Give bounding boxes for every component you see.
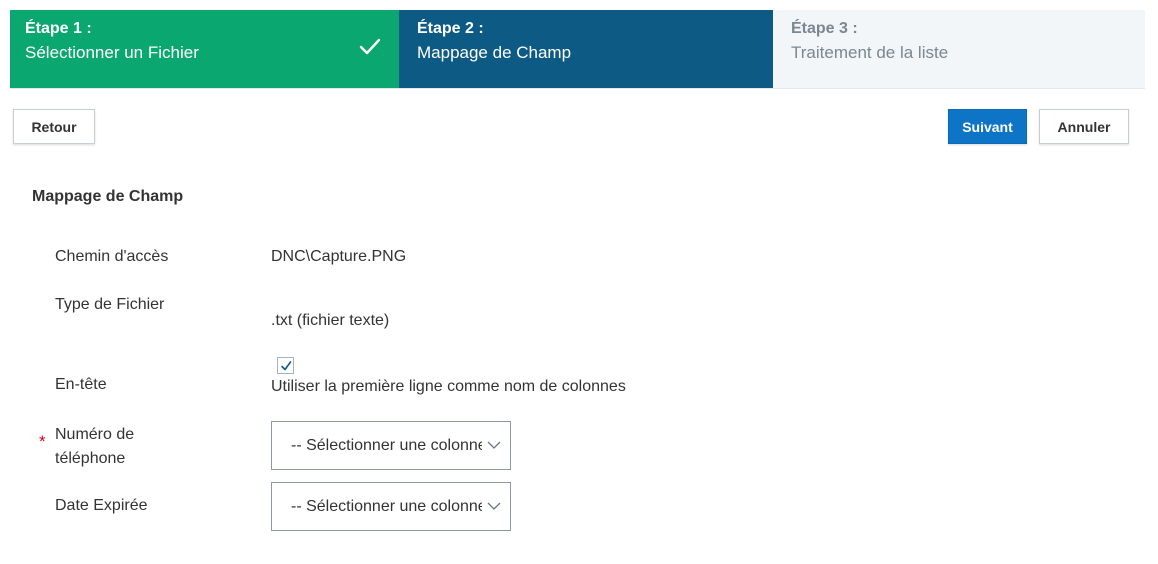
path-label: Chemin d'accès (55, 248, 169, 265)
step-3-label: Traitement de la liste (791, 43, 949, 62)
header-checkbox[interactable] (277, 357, 294, 374)
step-3: Étape 3 : Traitement de la liste (773, 10, 1145, 88)
phone-column-select[interactable]: -- Sélectionner une colonne -- (271, 421, 511, 470)
chevron-down-icon (487, 502, 501, 510)
step-1-number: Étape 1 : (25, 20, 92, 37)
section-title: Mappage de Champ (32, 188, 184, 205)
back-button[interactable]: Retour (13, 109, 95, 144)
path-value: DNC\Capture.PNG (271, 248, 407, 265)
step-2-label: Mappage de Champ (417, 43, 572, 62)
phone-select-value: -- Sélectionner une colonne -- (291, 436, 482, 454)
next-button[interactable]: Suivant (948, 109, 1027, 144)
step-1[interactable]: Étape 1 : Sélectionner un Fichier (10, 10, 399, 88)
checkmark-icon (280, 360, 291, 370)
header-label: En-tête (55, 376, 107, 393)
step-2: Étape 2 : Mappage de Champ (399, 10, 773, 88)
expiry-label: Date Expirée (55, 497, 148, 514)
step-1-label: Sélectionner un Fichier (25, 43, 199, 62)
header-option-text: Utiliser la première ligne comme nom de … (271, 378, 626, 395)
step-3-number: Étape 3 : (791, 20, 858, 37)
phone-label-line1: Numéro de (55, 426, 135, 443)
expiry-select-value: -- Sélectionner une colonne -- (291, 497, 482, 515)
phone-label-line2: téléphone (55, 450, 126, 467)
checkmark-icon (359, 38, 381, 55)
wizard-stepper: Étape 1 : Sélectionner un Fichier Étape … (10, 10, 1145, 89)
step-2-number: Étape 2 : (417, 20, 484, 37)
cancel-button[interactable]: Annuler (1039, 109, 1129, 144)
file-type-value: .txt (fichier texte) (271, 312, 390, 329)
chevron-down-icon (487, 441, 501, 449)
expiry-column-select[interactable]: -- Sélectionner une colonne -- (271, 482, 511, 531)
required-mark: * (39, 432, 46, 451)
file-type-label: Type de Fichier (55, 296, 165, 313)
